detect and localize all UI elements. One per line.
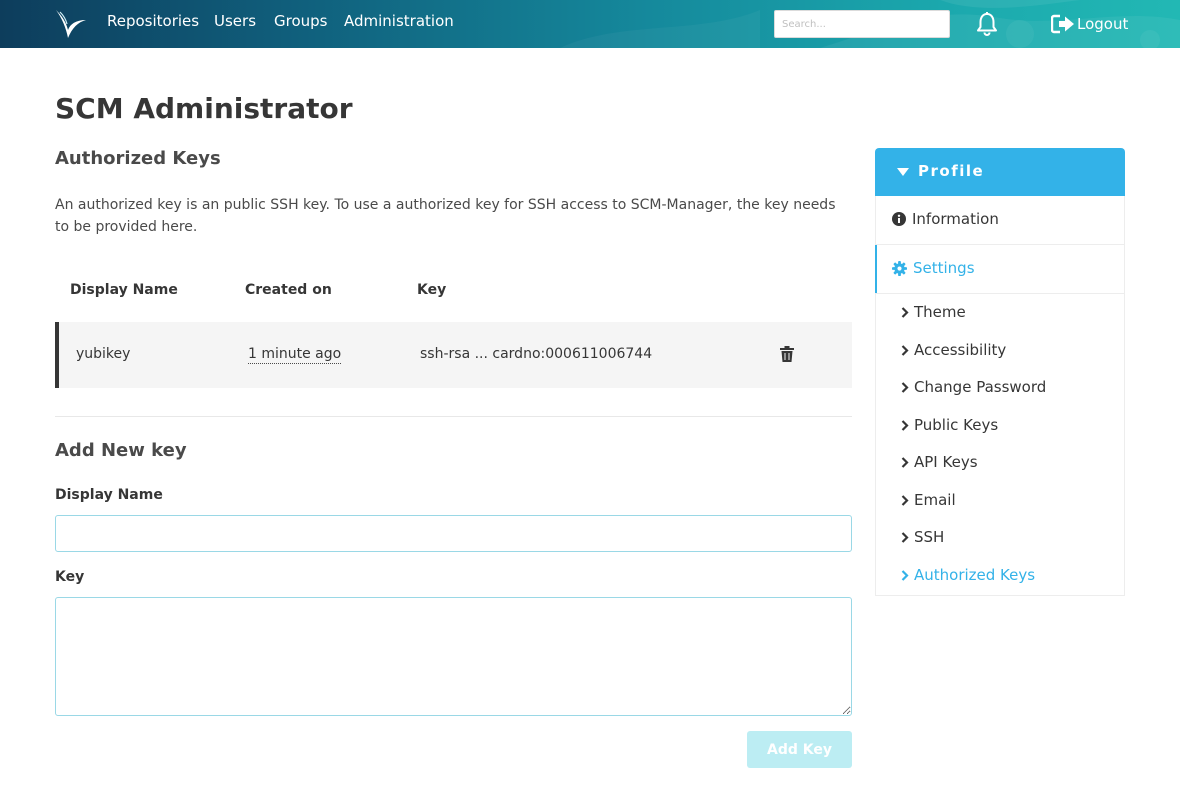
chevron-right-icon	[901, 344, 909, 356]
display-name-label: Display Name	[55, 487, 163, 503]
sidebar-subitem-api-keys[interactable]: API Keys	[901, 453, 978, 471]
add-key-title: Add New key	[55, 440, 187, 461]
menu-separator	[876, 244, 1124, 245]
sidebar-subitem-public-keys[interactable]: Public Keys	[901, 416, 998, 434]
sidebar-item-settings[interactable]: Settings	[892, 259, 975, 277]
row-key: ssh-rsa ... cardno:000611006744	[420, 346, 653, 362]
sidebar-subitem-email[interactable]: Email	[901, 491, 956, 509]
nav-repositories[interactable]: Repositories	[107, 12, 199, 30]
chevron-right-icon	[901, 419, 909, 431]
chevron-right-icon	[901, 381, 909, 393]
sidebar-subitem-label: Email	[914, 491, 956, 509]
caret-down-icon	[897, 168, 909, 176]
sidebar-subitem-theme[interactable]: Theme	[901, 303, 966, 321]
sidebar-subitem-ssh[interactable]: SSH	[901, 528, 944, 546]
sidebar-subitem-label: Theme	[914, 303, 966, 321]
gear-icon	[892, 260, 907, 276]
chevron-right-icon	[901, 306, 909, 318]
sign-out-icon	[1051, 14, 1074, 34]
sidebar-subitem-label: Accessibility	[914, 341, 1007, 359]
trash-icon[interactable]	[780, 346, 794, 362]
sidebar-subitem-label: API Keys	[914, 453, 978, 471]
sidebar-item-label: Information	[912, 210, 999, 228]
row-created-on[interactable]: 1 minute ago	[248, 345, 342, 364]
row-display-name: yubikey	[76, 346, 131, 362]
chevron-right-icon	[901, 569, 909, 581]
logout-label: Logout	[1077, 15, 1129, 33]
sidebar-subitem-label: Change Password	[914, 378, 1047, 396]
nav-administration[interactable]: Administration	[344, 12, 454, 30]
sidebar-subitem-accessibility[interactable]: Accessibility	[901, 341, 1006, 359]
column-header-display-name: Display Name	[70, 282, 178, 298]
sidebar-item-information[interactable]: Information	[892, 210, 999, 228]
sidebar-subitem-change-password[interactable]: Change Password	[901, 378, 1046, 396]
bell-icon[interactable]	[976, 12, 998, 36]
search-input[interactable]	[774, 10, 950, 38]
display-name-input[interactable]	[55, 515, 852, 552]
column-header-key: Key	[417, 282, 447, 298]
sidebar-subitem-label: Authorized Keys	[914, 566, 1036, 584]
table-row: yubikey 1 minute ago ssh-rsa ... cardno:…	[55, 322, 852, 388]
info-circle-icon	[892, 212, 906, 226]
menu-separator	[876, 293, 1124, 294]
logout-button[interactable]: Logout	[1051, 13, 1128, 35]
page-title: SCM Administrator	[55, 92, 353, 125]
nav-users[interactable]: Users	[214, 12, 256, 30]
section-divider	[55, 416, 852, 417]
key-label: Key	[55, 569, 85, 585]
chevron-right-icon	[901, 494, 909, 506]
add-key-button[interactable]: Add Key	[747, 731, 852, 768]
chevron-right-icon	[901, 531, 909, 543]
top-navbar: Repositories Users Groups Administration…	[0, 0, 1180, 48]
sidebar-subitem-label: SSH	[914, 528, 945, 546]
sidebar-subitem-label: Public Keys	[914, 416, 999, 434]
column-header-created-on: Created on	[245, 282, 332, 298]
scm-manager-logo-icon[interactable]	[54, 8, 88, 40]
key-textarea[interactable]	[55, 597, 852, 716]
chevron-right-icon	[901, 456, 909, 468]
section-description: An authorized key is an public SSH key. …	[55, 197, 836, 235]
profile-menu-header[interactable]: Profile	[875, 148, 1125, 196]
sidebar-item-label: Settings	[913, 259, 975, 277]
nav-groups[interactable]: Groups	[274, 12, 327, 30]
section-subtitle: Authorized Keys	[55, 148, 221, 169]
sidebar-subitem-authorized-keys[interactable]: Authorized Keys	[901, 566, 1035, 584]
profile-menu-label: Profile	[918, 162, 985, 180]
settings-active-indicator	[875, 245, 877, 293]
